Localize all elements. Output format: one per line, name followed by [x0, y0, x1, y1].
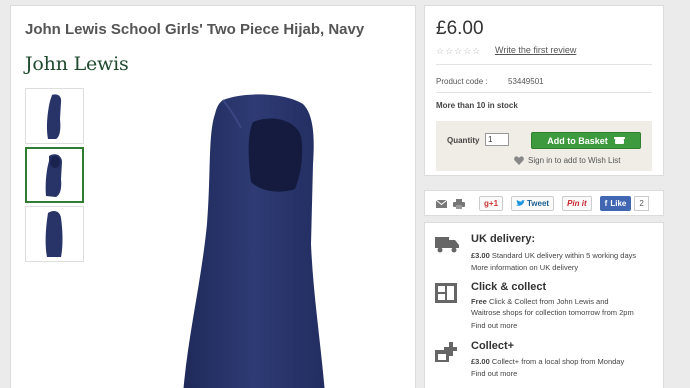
click-collect-more-link[interactable]: Find out more	[471, 321, 517, 330]
product-title: John Lewis School Girls' Two Piece Hijab…	[25, 21, 365, 38]
write-review-link[interactable]: Write the first review	[495, 45, 576, 55]
pin-it-button[interactable]: Pin it	[562, 196, 592, 211]
hijab-thumbnail-image	[45, 210, 63, 257]
stock-status: More than 10 in stock	[436, 101, 518, 110]
product-price: £6.00	[436, 18, 484, 39]
basket-icon	[613, 136, 625, 145]
uk-delivery-section: UK delivery: £3.00 Standard UK delivery …	[435, 233, 660, 278]
divider	[436, 92, 652, 93]
uk-delivery-info-link[interactable]: More information on UK delivery	[471, 263, 578, 272]
hijab-thumbnail-image	[45, 154, 62, 197]
delivery-truck-icon	[435, 237, 459, 253]
thumbnail-side[interactable]	[25, 147, 84, 203]
collect-plus-title: Collect+	[471, 340, 515, 352]
click-collect-title: Click & collect	[471, 281, 547, 293]
pin-it-label: Pin it	[567, 199, 587, 208]
facebook-like-button[interactable]: f Like	[599, 196, 632, 211]
click-collect-section: Click & collect Free Click & Collect fro…	[435, 281, 660, 336]
product-code-label: Product code :	[436, 77, 488, 86]
shop-icon	[435, 283, 457, 303]
add-to-basket-button[interactable]: Add to Basket	[531, 132, 641, 149]
add-to-basket-area: Quantity Add to Basket Sign in to add to…	[436, 121, 652, 171]
collect-plus-section: Collect+ £3.00 Collect+ from a local sho…	[435, 340, 660, 388]
product-gallery-panel: John Lewis School Girls' Two Piece Hijab…	[10, 5, 416, 388]
email-icon[interactable]	[436, 199, 447, 208]
collect-plus-price: £3.00	[471, 357, 490, 366]
rating-stars: ☆☆☆☆☆	[436, 46, 482, 56]
add-to-basket-label: Add to Basket	[547, 135, 608, 146]
thumbnail-back[interactable]	[25, 206, 84, 262]
product-main-image[interactable]	[163, 94, 343, 388]
facebook-like-count: 2	[634, 196, 649, 211]
click-collect-description: Free Click & Collect from John Lewis and…	[471, 296, 634, 318]
wishlist-label: Sign in to add to Wish List	[528, 156, 621, 165]
click-collect-text-1: Click & Collect from John Lewis and	[488, 297, 609, 306]
hijab-thumbnail-image	[46, 94, 62, 139]
collect-plus-more-link[interactable]: Find out more	[471, 369, 517, 378]
uk-delivery-description: £3.00 Standard UK delivery within 5 work…	[471, 250, 636, 261]
click-collect-text-2: Waitrose shops for collection tomorrow f…	[471, 308, 634, 317]
share-bar: g +1 Tweet Pin it f Like 2	[424, 190, 664, 216]
wishlist-link[interactable]: Sign in to add to Wish List	[514, 156, 621, 165]
collect-plus-text: Collect+ from a local shop from Monday	[491, 357, 625, 366]
print-icon[interactable]	[453, 198, 465, 209]
collect-plus-description: £3.00 Collect+ from a local shop from Mo…	[471, 356, 624, 367]
product-code-value: 53449501	[508, 77, 544, 86]
uk-delivery-text: Standard UK delivery within 5 working da…	[491, 251, 637, 260]
divider	[436, 64, 652, 65]
uk-delivery-price: £3.00	[471, 251, 490, 260]
twitter-icon	[516, 200, 526, 206]
google-plus-button[interactable]: g +1	[479, 196, 504, 211]
google-plus-label: +1	[488, 199, 499, 208]
brand-logo[interactable]: John Lewis	[25, 53, 129, 75]
purchase-box: £6.00 ☆☆☆☆☆ Write the first review Produ…	[424, 5, 664, 176]
tweet-button[interactable]: Tweet	[511, 196, 555, 211]
tweet-label: Tweet	[527, 199, 550, 208]
facebook-icon: f	[604, 199, 608, 208]
click-collect-free: Free	[471, 297, 487, 306]
collect-plus-icon	[435, 342, 457, 362]
delivery-options-box: UK delivery: £3.00 Standard UK delivery …	[424, 222, 664, 388]
heart-icon	[514, 156, 524, 165]
facebook-like-label: Like	[610, 199, 627, 208]
quantity-input[interactable]	[485, 133, 509, 146]
uk-delivery-title: UK delivery:	[471, 233, 536, 245]
thumbnail-front[interactable]	[25, 88, 84, 144]
quantity-label: Quantity	[447, 136, 480, 145]
